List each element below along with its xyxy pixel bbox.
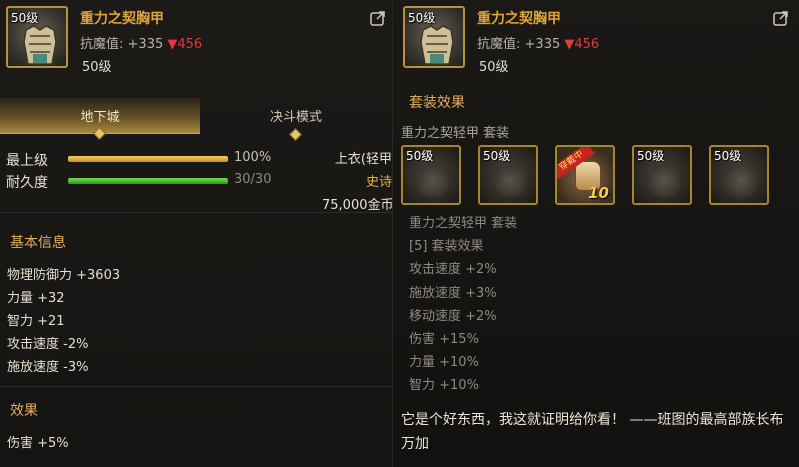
set-effect-line: 力量 +10% bbox=[409, 355, 479, 371]
durability-bar-fill bbox=[68, 178, 228, 184]
durability-label: 耐久度 bbox=[6, 175, 48, 191]
set-effect-line: 伤害 +15% bbox=[409, 332, 479, 348]
set-slot-level: 50级 bbox=[637, 149, 665, 163]
chestplate-icon bbox=[23, 25, 57, 65]
set-effect-line: 智力 +10% bbox=[409, 378, 479, 394]
item-count: 10 bbox=[588, 184, 609, 202]
tab-dungeon[interactable]: 地下城 bbox=[0, 98, 200, 140]
tab-diamond-icon bbox=[289, 128, 302, 141]
slot-type: 上衣(轻甲 bbox=[334, 152, 392, 167]
price-label: 75,000金币 bbox=[322, 198, 394, 213]
stat-label: 抗魔值: bbox=[477, 37, 521, 52]
item-level: 50级 bbox=[479, 60, 509, 75]
tab-diamond-icon bbox=[93, 127, 106, 140]
rarity-label: 史诗 bbox=[365, 175, 392, 190]
stat-line: 伤害 +5% bbox=[7, 436, 69, 451]
set-effect-line: 攻击速度 +2% bbox=[409, 262, 497, 278]
set-slot-level: 50级 bbox=[714, 149, 742, 163]
effects-stats: 伤害 +5% bbox=[7, 432, 69, 455]
set-effect-line: [5] 套装效果 bbox=[409, 239, 484, 255]
durability-bar-row: 耐久度 30/30 bbox=[6, 170, 306, 192]
set-slot-equipped[interactable]: 穿戴中 10 bbox=[555, 145, 615, 205]
basic-info-title: 基本信息 bbox=[10, 235, 66, 251]
tab-duel[interactable]: 决斗模式 bbox=[200, 98, 392, 141]
basic-info-stats: 物理防御力 +3603 力量 +32 智力 +21 攻击速度 -2% 施放速度 … bbox=[7, 264, 120, 379]
chestplate-icon bbox=[420, 25, 454, 65]
slot-info: 上衣(轻甲 史诗 75,000金币 bbox=[322, 148, 394, 213]
set-slot[interactable]: 50级 bbox=[709, 145, 769, 205]
set-effect-list: 重力之契轻甲 套装 [5] 套装效果 攻击速度 +2% 施放速度 +3% 移动速… bbox=[409, 212, 517, 398]
share-icon[interactable] bbox=[370, 10, 386, 26]
set-effect-title: 套装效果 bbox=[409, 95, 465, 111]
divider bbox=[0, 386, 392, 387]
set-name: 重力之契轻甲 套装 bbox=[401, 126, 510, 141]
set-slot[interactable]: 50级 bbox=[401, 145, 461, 205]
magic-resist-stat: 抗魔值: +335 ▼456 bbox=[477, 33, 599, 52]
magic-resist-stat: 抗魔值: +335 ▼456 bbox=[80, 33, 202, 52]
item-header: 50级 重力之契胸甲 抗魔值: +335 ▼456 50级 bbox=[6, 6, 386, 80]
belt-icon bbox=[648, 165, 680, 197]
set-slot-level: 50级 bbox=[406, 149, 434, 163]
set-effect-line: 重力之契轻甲 套装 bbox=[409, 216, 518, 231]
grade-value: 100% bbox=[234, 150, 272, 165]
item-level: 50级 bbox=[82, 60, 112, 75]
grade-bar-row: 最上级 100% bbox=[6, 148, 306, 170]
stat-delta: ▼456 bbox=[564, 37, 600, 52]
durability-value: 30/30 bbox=[234, 172, 272, 187]
chestplate-item-icon[interactable]: 50级 bbox=[6, 6, 68, 68]
item-tooltip-left: 50级 重力之契胸甲 抗魔值: +335 ▼456 50级 地下城 决斗模式 最… bbox=[0, 0, 394, 467]
stat-line: 攻击速度 -2% bbox=[7, 337, 89, 352]
item-header: 50级 重力之契胸甲 抗魔值: +335 ▼456 50级 bbox=[403, 6, 793, 80]
boots-icon bbox=[725, 165, 757, 197]
grade-bar-fill bbox=[68, 156, 228, 162]
stat-label: 抗魔值: bbox=[80, 37, 124, 52]
set-effect-line: 移动速度 +2% bbox=[409, 308, 497, 324]
set-effect-line: 施放速度 +3% bbox=[409, 285, 497, 301]
stat-line: 力量 +32 bbox=[7, 291, 65, 306]
stat-value: +335 bbox=[127, 37, 164, 52]
chestplate-item-icon[interactable]: 50级 bbox=[403, 6, 465, 68]
item-name: 重力之契胸甲 bbox=[80, 11, 164, 27]
grade-label: 最上级 bbox=[6, 153, 48, 169]
grade-bar bbox=[68, 156, 228, 162]
mode-tab-bar: 地下城 决斗模式 bbox=[0, 98, 392, 141]
item-level-badge: 50级 bbox=[11, 11, 39, 25]
item-tooltip-right: 50级 重力之契胸甲 抗魔值: +335 ▼456 50级 套装效果 重力之契轻… bbox=[392, 0, 799, 467]
stat-delta: ▼456 bbox=[167, 37, 203, 52]
durability-bar bbox=[68, 178, 228, 184]
tab-dungeon-label: 地下城 bbox=[80, 110, 120, 125]
set-slot[interactable]: 50级 bbox=[632, 145, 692, 205]
flavor-text: 它是个好东西，我这就证明给你看！ ——班图的最高部族长布万加 bbox=[401, 412, 784, 452]
pants-icon bbox=[494, 165, 526, 197]
share-icon[interactable] bbox=[773, 10, 789, 26]
item-level-badge: 50级 bbox=[408, 11, 436, 25]
helmet-icon bbox=[417, 165, 449, 197]
stat-line: 施放速度 -3% bbox=[7, 360, 89, 375]
item-name: 重力之契胸甲 bbox=[477, 11, 561, 27]
effects-title: 效果 bbox=[10, 403, 38, 419]
stat-value: +335 bbox=[524, 37, 561, 52]
set-slot-level: 50级 bbox=[483, 149, 511, 163]
item-bars: 最上级 100% 耐久度 30/30 bbox=[6, 148, 306, 192]
stat-line: 物理防御力 +3603 bbox=[7, 268, 121, 283]
set-slot[interactable]: 50级 bbox=[478, 145, 538, 205]
stat-line: 智力 +21 bbox=[7, 314, 65, 329]
tab-duel-label: 决斗模式 bbox=[269, 110, 322, 125]
divider bbox=[0, 212, 392, 213]
